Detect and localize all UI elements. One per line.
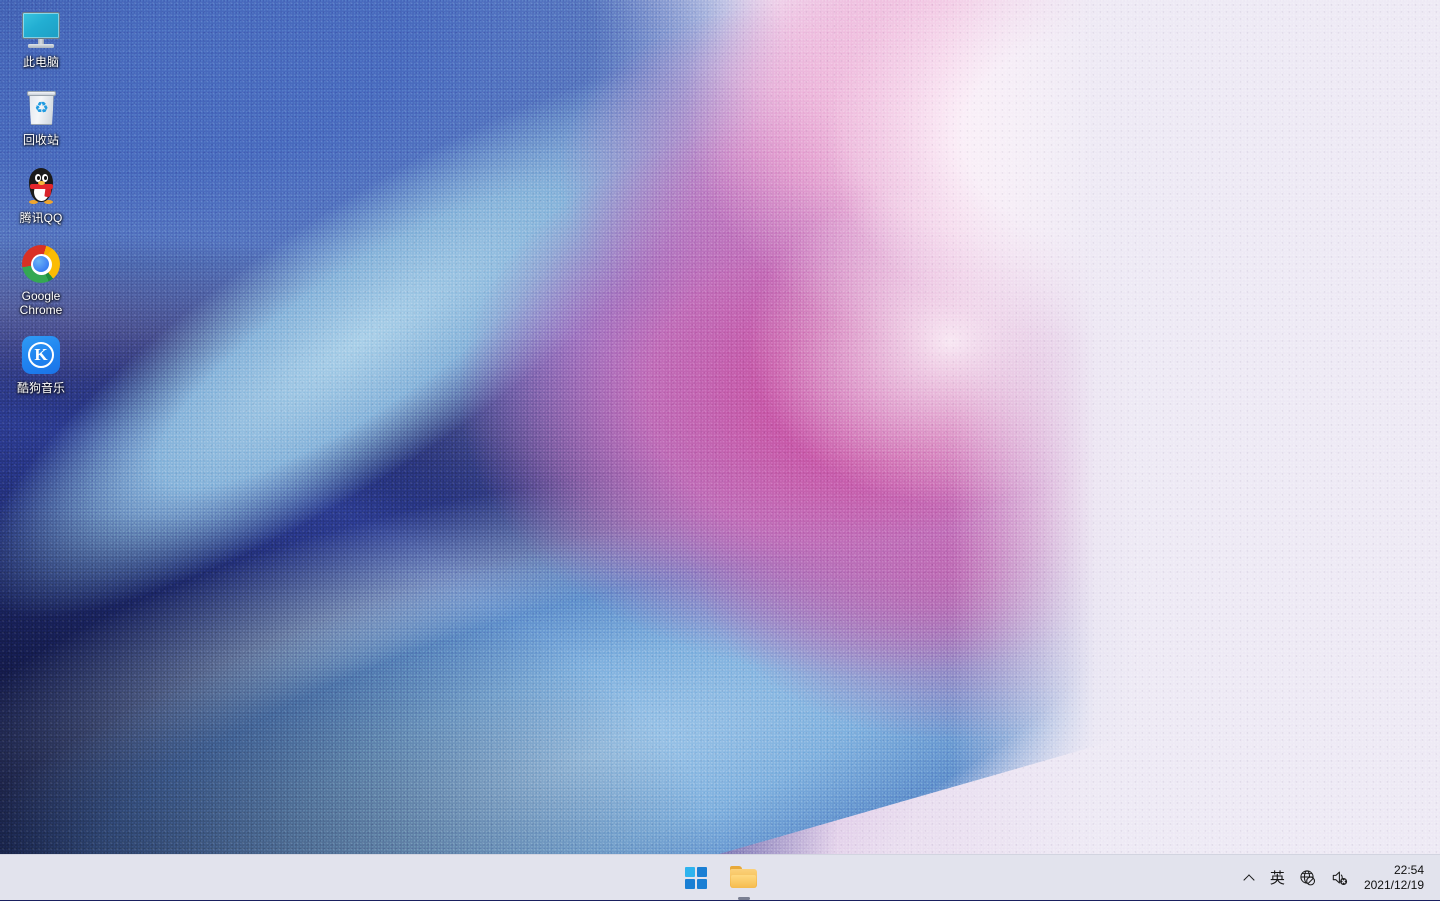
wallpaper-crest-layer xyxy=(0,0,1440,854)
wallpaper-pink-haze-layer xyxy=(0,0,1440,854)
taskbar: 英 22:54 2021/12/19 xyxy=(0,854,1440,900)
desktop-icon-tencent-qq[interactable]: 腾讯QQ xyxy=(4,160,78,228)
network-button[interactable] xyxy=(1292,858,1324,898)
speaker-muted-icon xyxy=(1332,871,1348,885)
desktop-icon-kugou-music[interactable]: K 酷狗音乐 xyxy=(4,330,78,398)
desktop-icon-this-pc[interactable]: 此电脑 xyxy=(4,4,78,72)
monitor-icon xyxy=(19,8,63,52)
taskbar-center-group xyxy=(0,858,1440,900)
globe-no-internet-icon xyxy=(1300,870,1315,886)
recycle-bin-icon: ♻ xyxy=(19,86,63,130)
wallpaper-white-core xyxy=(0,0,1440,854)
wallpaper-base-layer xyxy=(0,0,1440,854)
volume-button[interactable] xyxy=(1324,858,1356,898)
desktop-icon-label: 腾讯QQ xyxy=(19,211,63,225)
folder-icon xyxy=(730,865,758,890)
kugou-music-icon: K xyxy=(19,334,63,378)
desktop-icon-label: 回收站 xyxy=(22,133,59,147)
wallpaper-blue-top-layer xyxy=(0,0,1440,854)
clock-date: 2021/12/19 xyxy=(1363,878,1424,892)
desktop-icon-google-chrome[interactable]: Google Chrome xyxy=(4,238,78,320)
desktop-icon-label: 酷狗音乐 xyxy=(16,381,65,395)
wallpaper-magenta-layer xyxy=(0,0,1440,854)
desktop-icon-label: 此电脑 xyxy=(22,55,59,69)
wallpaper-vignette xyxy=(0,0,1440,854)
desktop-icon-recycle-bin[interactable]: ♻ 回收站 xyxy=(4,82,78,150)
desktop-icon-label: Google Chrome xyxy=(19,289,63,317)
ime-indicator[interactable]: 英 xyxy=(1263,858,1292,898)
wallpaper-grain-texture-2 xyxy=(0,0,1440,854)
wallpaper-violet-layer xyxy=(0,0,1440,854)
ime-icon: 英 xyxy=(1269,868,1285,887)
windows-logo-icon xyxy=(685,866,707,889)
wallpaper-grain-texture xyxy=(0,0,1440,854)
clock-time: 22:54 xyxy=(1393,863,1424,877)
qq-penguin-icon xyxy=(19,164,63,208)
wallpaper-right-flat xyxy=(0,0,1440,854)
system-tray: 英 22:54 2021/12/19 xyxy=(1237,855,1434,901)
wallpaper-crest-secondary xyxy=(0,0,1440,854)
chrome-icon xyxy=(19,242,63,286)
clock-and-date[interactable]: 22:54 2021/12/19 xyxy=(1356,858,1434,898)
start-button[interactable] xyxy=(674,858,718,898)
desktop-icon-grid: 此电脑 ♻ 回收站 腾讯QQ Google Chrome K 酷狗音乐 xyxy=(4,4,90,408)
wallpaper-navy-layer xyxy=(0,0,1440,854)
desktop-surface[interactable]: 此电脑 ♻ 回收站 腾讯QQ Google Chrome K 酷狗音乐 xyxy=(0,0,1440,854)
file-explorer-button[interactable] xyxy=(722,858,766,900)
chevron-up-icon xyxy=(1244,872,1256,884)
show-hidden-icons-button[interactable] xyxy=(1237,858,1263,898)
taskbar-active-indicator xyxy=(738,896,750,900)
